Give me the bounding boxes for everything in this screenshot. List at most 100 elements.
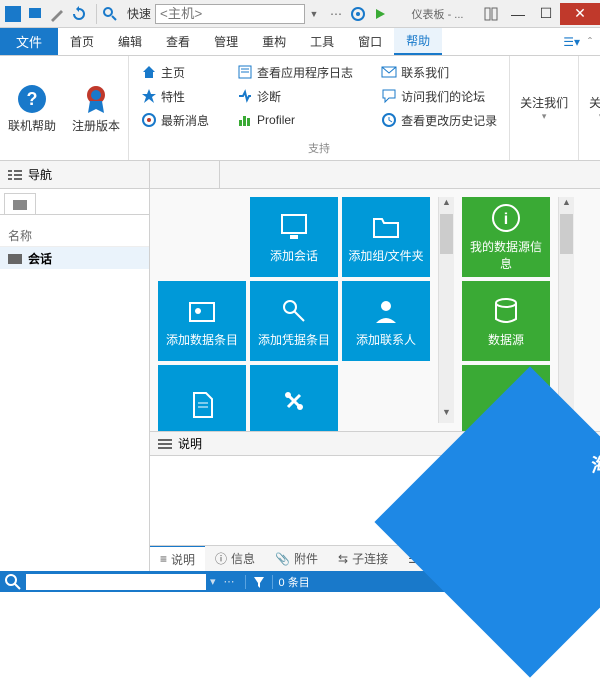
nav-icon — [8, 168, 22, 182]
nav-item-session[interactable]: 会话 — [0, 247, 149, 269]
play-icon[interactable] — [371, 5, 389, 23]
menu-window[interactable]: 窗口 — [346, 28, 394, 55]
tile-datasource[interactable]: 数据源 — [462, 281, 550, 361]
scroll-up-icon[interactable]: ▲ — [559, 197, 574, 213]
scroll-thumb[interactable] — [560, 214, 573, 254]
filter-icon[interactable] — [252, 575, 266, 589]
nav-column-name[interactable]: 名称 — [0, 225, 149, 247]
chat-icon — [381, 88, 397, 104]
contact-button[interactable]: 联系我们 — [377, 60, 501, 84]
menu-file[interactable]: 文件 — [0, 28, 58, 55]
minimize-button[interactable]: — — [504, 3, 532, 25]
forum-button[interactable]: 访问我们的论坛 — [377, 84, 501, 108]
description-title: 说明 — [178, 435, 202, 452]
svg-text:i: i — [504, 211, 508, 228]
home-button[interactable]: 主页 — [137, 60, 213, 84]
item-count: 0 条目 — [279, 574, 310, 590]
screen-icon[interactable] — [26, 5, 44, 23]
logs-button[interactable]: 查看应用程序日志 — [233, 60, 357, 84]
tile-add-group[interactable]: 添加组/文件夹 — [342, 197, 430, 277]
diag-icon — [237, 88, 253, 104]
quick-search-input[interactable] — [155, 4, 305, 24]
navigation-panel: 导航 名称 会话 — [0, 161, 150, 571]
ribbon: ? 联机帮助 注册版本 主页 特性 最新消息 查看应用程序日志 诊断 Profi… — [0, 56, 600, 161]
search-icon[interactable] — [4, 573, 22, 591]
edit-icon[interactable] — [48, 5, 66, 23]
id-card-icon — [186, 295, 218, 327]
refresh-icon[interactable] — [70, 5, 88, 23]
search-more-icon[interactable]: ⋯ — [220, 575, 239, 588]
tile-add-data-entry[interactable]: 添加数据条目 — [158, 281, 246, 361]
status-search-input[interactable] — [26, 574, 206, 590]
desc-tab-attachments[interactable]: 📎附件 — [265, 546, 328, 571]
profiler-icon — [237, 112, 253, 128]
tile-add-session[interactable]: 添加会话 — [250, 197, 338, 277]
desc-tab-subconnections[interactable]: ⇆子连接 — [328, 546, 398, 571]
menu-manage[interactable]: 管理 — [202, 28, 250, 55]
monitor-icon — [278, 211, 310, 243]
tile-add-contact[interactable]: 添加联系人 — [342, 281, 430, 361]
search-dropdown-icon[interactable]: ▾ — [206, 575, 220, 588]
blue-tile-grid: 添加会话 添加组/文件夹 添加数据条目 添加凭据条目 添加联系人 — [158, 197, 430, 423]
news-button[interactable]: 最新消息 — [137, 108, 213, 132]
ribbon-options-icon[interactable]: ☰▾ — [563, 35, 580, 49]
tile-add-credential[interactable]: 添加凭据条目 — [250, 281, 338, 361]
layout-icon[interactable] — [482, 5, 500, 23]
search-icon[interactable] — [101, 5, 119, 23]
nav-header: 导航 — [0, 161, 149, 189]
desc-tab-info[interactable]: ⓘ信息 — [205, 546, 265, 571]
collapse-ribbon-icon[interactable]: ˆ — [588, 35, 592, 49]
target-icon[interactable] — [349, 5, 367, 23]
menu-view[interactable]: 查看 — [154, 28, 202, 55]
app-icon[interactable] — [4, 5, 22, 23]
menu-help[interactable]: 帮助 — [394, 28, 442, 55]
diagnostics-button[interactable]: 诊断 — [233, 84, 357, 108]
more-icon[interactable]: ⋯ — [327, 5, 345, 23]
follow-us-button[interactable]: 关注我们 ▾ — [510, 56, 578, 160]
folder-icon — [13, 198, 27, 210]
changelog-button[interactable]: 查看更改历史记录 — [377, 108, 501, 132]
features-button[interactable]: 特性 — [137, 84, 213, 108]
content-tabs — [150, 161, 600, 189]
register-button[interactable]: 注册版本 — [64, 56, 128, 160]
lines-icon: ≡ — [160, 552, 167, 566]
nav-tabs — [0, 189, 149, 215]
about-button[interactable]: 关于 ▾ — [579, 56, 600, 160]
desc-tab-description[interactable]: ≡说明 — [150, 546, 205, 571]
online-help-button[interactable]: ? 联机帮助 — [0, 56, 64, 160]
scroll-thumb[interactable] — [440, 214, 453, 254]
info-icon: i — [490, 202, 522, 234]
blue-scrollbar[interactable]: ▲ ▼ — [438, 197, 454, 423]
folder-icon — [370, 211, 402, 243]
tile-sync[interactable] — [250, 365, 338, 431]
tile-datasource-info[interactable]: i我的数据源信息 — [462, 197, 550, 277]
log-icon — [237, 64, 253, 80]
app-title: 仪表板 - ... — [393, 6, 482, 22]
sync-icon — [278, 389, 310, 421]
menu-home[interactable]: 首页 — [58, 28, 106, 55]
desc-icon — [158, 437, 172, 451]
quick-search-label: 快速 — [127, 5, 151, 22]
info-icon: ⓘ — [215, 550, 227, 567]
menu-tools[interactable]: 工具 — [298, 28, 346, 55]
mail-icon — [381, 64, 397, 80]
clip-icon: 📎 — [275, 552, 290, 566]
green-scrollbar[interactable]: ▲ ▼ — [558, 197, 574, 423]
content-tab-blank[interactable] — [150, 161, 220, 188]
menu-refactor[interactable]: 重构 — [250, 28, 298, 55]
svg-text:?: ? — [27, 89, 38, 109]
menubar: 文件 首页 编辑 查看 管理 重构 工具 窗口 帮助 ☰▾ ˆ — [0, 28, 600, 56]
ribbon-group-label: 支持 — [137, 138, 501, 156]
profiler-button[interactable]: Profiler — [233, 108, 357, 132]
maximize-button[interactable]: ☐ — [532, 3, 560, 25]
scroll-down-icon[interactable]: ▼ — [439, 407, 454, 423]
dropdown-icon[interactable]: ▼ — [305, 5, 323, 23]
close-button[interactable]: ✕ — [560, 3, 600, 25]
help-icon: ? — [16, 83, 48, 115]
database-icon — [490, 295, 522, 327]
scroll-up-icon[interactable]: ▲ — [439, 197, 454, 213]
person-icon — [370, 295, 402, 327]
menu-edit[interactable]: 编辑 — [106, 28, 154, 55]
tile-document[interactable] — [158, 365, 246, 431]
nav-tab-default[interactable] — [4, 193, 36, 214]
